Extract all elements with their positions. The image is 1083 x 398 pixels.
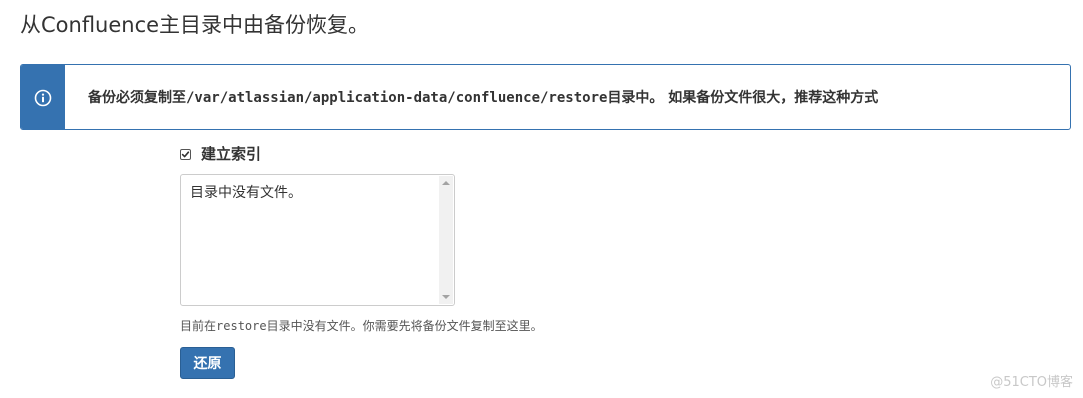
- info-icon: [34, 89, 52, 107]
- help-text-dir: restore: [216, 319, 267, 333]
- checkmark-icon: [181, 150, 190, 157]
- file-list-scrollbar[interactable]: [439, 176, 453, 304]
- watermark: @51CTO博客: [990, 375, 1073, 390]
- build-index-label[interactable]: 建立索引: [201, 143, 261, 165]
- restore-help-text: 目前在restore目录中没有文件。你需要先将备份文件复制至这里。: [180, 316, 543, 336]
- scroll-down-icon[interactable]: [442, 295, 450, 299]
- scroll-up-icon[interactable]: [442, 181, 450, 185]
- restore-button[interactable]: 还原: [180, 347, 235, 379]
- backup-file-list-value: 目录中没有文件。: [190, 185, 302, 201]
- restore-path: /var/atlassian/application-data/confluen…: [186, 90, 608, 106]
- info-message-sidebar: [21, 65, 65, 129]
- page-title: 从Confluence主目录中由备份恢复。: [20, 13, 370, 37]
- info-message-text: 备份必须复制至/var/atlassian/application-data/c…: [88, 88, 878, 108]
- build-index-checkbox[interactable]: [180, 148, 191, 160]
- help-text-suffix: 目录中没有文件。你需要先将备份文件复制至这里。: [266, 319, 543, 333]
- backup-file-list[interactable]: 目录中没有文件。: [180, 174, 455, 306]
- info-message-prefix: 备份必须复制至: [88, 90, 186, 106]
- help-text-prefix: 目前在: [180, 319, 217, 333]
- build-index-row: 建立索引: [180, 143, 261, 165]
- info-message-box: 备份必须复制至/var/atlassian/application-data/c…: [20, 64, 1071, 130]
- info-message-suffix: 目录中。 如果备份文件很大，推荐这种方式: [607, 90, 879, 106]
